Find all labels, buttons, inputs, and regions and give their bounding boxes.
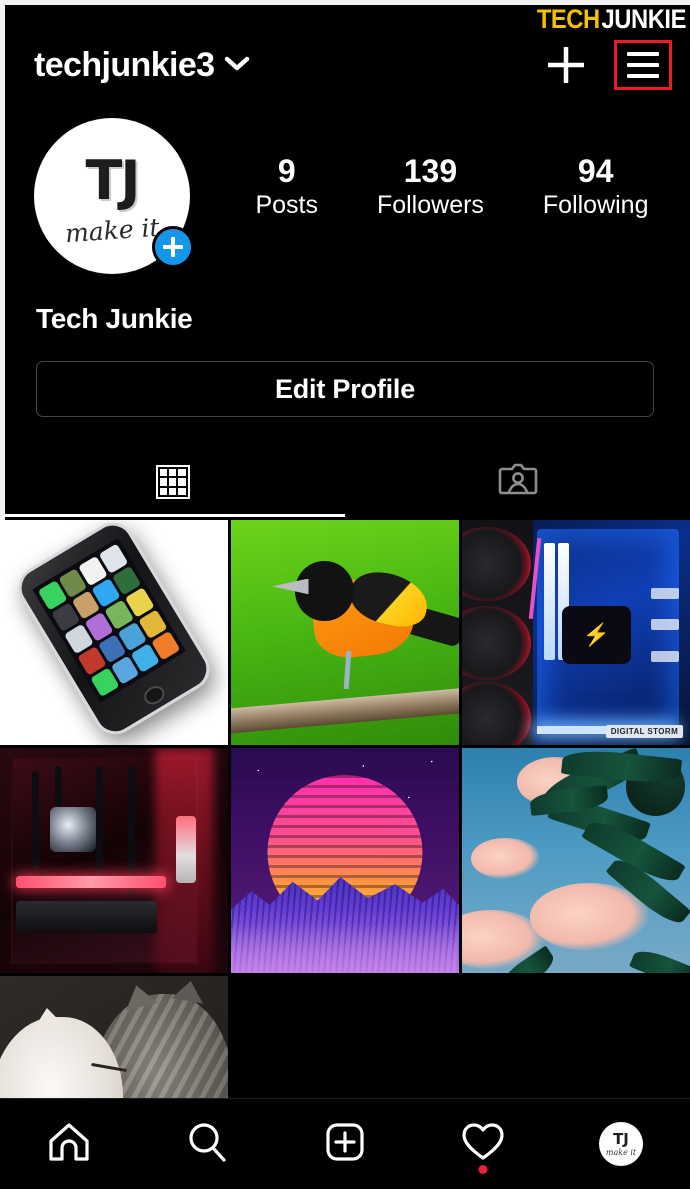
profile-tabs [0, 448, 690, 516]
profile-summary: TJ make it 9 Posts 139 Followers 94 Foll… [0, 118, 690, 288]
palm-frond [628, 945, 690, 973]
screen-top-edge [0, 0, 690, 5]
followers-count: 139 [403, 153, 458, 189]
avatar-tagline: make it [63, 212, 161, 248]
coolant-reservoir [175, 815, 197, 883]
search-icon [184, 1119, 230, 1170]
ram-stick [544, 542, 556, 660]
nav-home[interactable] [0, 1099, 138, 1189]
following-count: 94 [577, 153, 614, 189]
posts-label: Posts [255, 191, 318, 220]
instagram-profile-screen: TECH JUNKIE techjunkie3 TJ make it 9 Pos… [0, 0, 690, 1189]
nav-profile[interactable]: TJ make it [552, 1099, 690, 1189]
case-fan [462, 605, 531, 680]
post-thumbnail[interactable] [0, 520, 228, 745]
following-label: Following [542, 191, 649, 220]
expansion-slot [651, 619, 679, 631]
expansion-slot [651, 587, 679, 599]
bird-beak [272, 578, 309, 595]
phone-home-button [140, 682, 168, 708]
plus-icon[interactable] [542, 41, 590, 89]
tagged-person-icon [496, 458, 540, 507]
plus-badge-icon[interactable] [152, 226, 194, 268]
expansion-slot [651, 650, 679, 662]
bottom-navigation-bar: TJ make it [0, 1098, 690, 1189]
avatar[interactable]: TJ make it [34, 118, 194, 274]
profile-avatar-icon: TJ make it [599, 1122, 643, 1166]
username-label: techjunkie3 [34, 46, 215, 84]
watermark-tech-text: TECH [534, 5, 601, 35]
white-kitten [0, 1016, 124, 1098]
ram-lighting-bar [15, 876, 167, 888]
grid-icon [155, 465, 190, 499]
techjunkie-watermark: TECH JUNKIE [534, 5, 690, 35]
coolant-tube [54, 766, 62, 807]
coolant-tube [31, 770, 39, 870]
post-thumbnail[interactable] [231, 748, 459, 973]
home-icon [46, 1119, 92, 1170]
purple-haze [231, 923, 459, 973]
phone-screen [32, 538, 186, 703]
pink-cloud [471, 838, 540, 879]
fan-panel [462, 520, 533, 745]
heart-icon [460, 1119, 506, 1170]
case-fan [462, 682, 531, 745]
graphics-card [15, 901, 158, 933]
nav-create[interactable] [276, 1099, 414, 1189]
nav-avatar-initials: TJ [613, 1129, 629, 1148]
account-switcher[interactable]: techjunkie3 [34, 48, 250, 82]
followers-label: Followers [376, 191, 484, 220]
top-app-bar: techjunkie3 [0, 34, 690, 96]
stat-following[interactable]: 94 Following [542, 153, 649, 223]
case-fan [462, 526, 531, 601]
tab-tagged[interactable] [345, 448, 690, 516]
nav-search[interactable] [138, 1099, 276, 1189]
avatar-initials: TJ [85, 148, 141, 212]
coolant-tube [95, 766, 103, 879]
edit-profile-button[interactable]: Edit Profile [36, 361, 654, 417]
post-thumbnail[interactable] [0, 976, 228, 1098]
stat-followers[interactable]: 139 Followers [376, 153, 484, 223]
cpu-water-block: ⚡ [562, 605, 631, 664]
topbar-actions [542, 40, 672, 90]
notification-dot [478, 1164, 488, 1174]
post-grid: ⚡ DIGITAL STORM [0, 520, 690, 1098]
profile-stats: 9 Posts 139 Followers 94 Following [190, 118, 690, 223]
brand-label: DIGITAL STORM [605, 725, 684, 739]
active-tab-indicator [0, 514, 345, 517]
post-thumbnail[interactable] [462, 748, 690, 973]
menu-bar-1 [627, 52, 659, 56]
nav-avatar-tagline: make it [605, 1147, 637, 1157]
post-thumbnail[interactable]: ⚡ DIGITAL STORM [462, 520, 690, 745]
tree-branch [231, 686, 459, 734]
kitten-ear [30, 1005, 65, 1030]
menu-bar-3 [627, 74, 659, 78]
cpu-water-block [50, 806, 96, 852]
post-thumbnail[interactable] [231, 520, 459, 745]
chevron-down-icon[interactable] [224, 55, 250, 76]
add-post-icon [322, 1119, 368, 1170]
nav-activity[interactable] [414, 1099, 552, 1189]
stat-posts[interactable]: 9 Posts [255, 153, 318, 223]
tab-grid[interactable] [0, 448, 345, 516]
display-name: Tech Junkie [36, 303, 193, 334]
phone-shape [10, 520, 218, 742]
posts-count: 9 [277, 153, 296, 189]
hamburger-menu-icon[interactable] [614, 40, 672, 90]
post-thumbnail[interactable] [0, 748, 228, 973]
menu-bar-2 [627, 63, 659, 67]
screen-left-edge [0, 0, 5, 520]
watermark-junkie-text: JUNKIE [600, 5, 690, 35]
